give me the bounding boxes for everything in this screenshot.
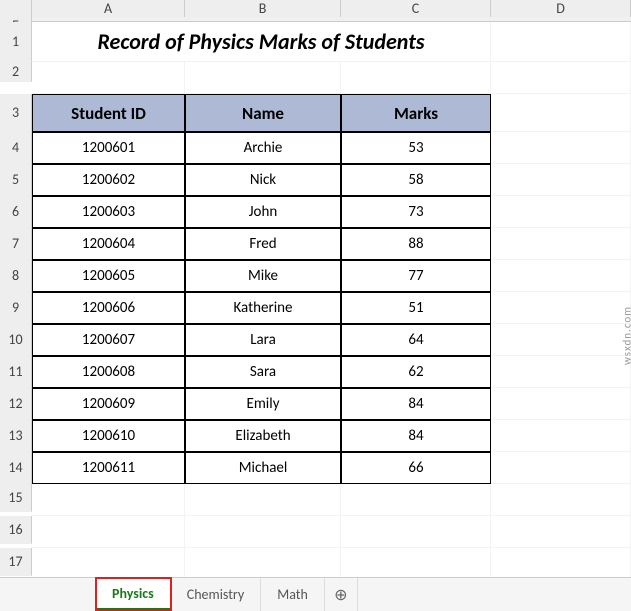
- cell[interactable]: [185, 516, 341, 548]
- table-header-marks[interactable]: Marks: [341, 94, 491, 132]
- col-header-D[interactable]: D: [491, 0, 631, 17]
- cell-name[interactable]: Michael: [185, 452, 341, 484]
- cell-name[interactable]: Fred: [185, 228, 341, 260]
- cell-marks[interactable]: 53: [341, 132, 491, 164]
- column-headers: A B C D E: [0, 0, 631, 22]
- row-header-1[interactable]: 1: [0, 22, 32, 62]
- spreadsheet-grid: 1 Record of Physics Marks of Students 2 …: [0, 22, 631, 580]
- row-header-13[interactable]: 13: [0, 420, 32, 452]
- row-header-5[interactable]: 5: [0, 164, 32, 196]
- cell-name[interactable]: Sara: [185, 356, 341, 388]
- cell[interactable]: [491, 228, 631, 260]
- cell-id[interactable]: 1200601: [32, 132, 185, 164]
- row-header-17[interactable]: 17: [0, 548, 32, 576]
- cell[interactable]: [185, 62, 341, 94]
- cell[interactable]: [491, 516, 631, 548]
- cell[interactable]: [32, 62, 185, 94]
- cell-marks[interactable]: 84: [341, 420, 491, 452]
- add-sheet-button[interactable]: ⊕: [325, 578, 358, 611]
- cell[interactable]: [185, 484, 341, 516]
- col-header-B[interactable]: B: [185, 0, 341, 17]
- row-header-15[interactable]: 15: [0, 484, 32, 512]
- cell[interactable]: [341, 62, 491, 94]
- cell-name[interactable]: Katherine: [185, 292, 341, 324]
- cell[interactable]: [491, 260, 631, 292]
- cell-id[interactable]: 1200603: [32, 196, 185, 228]
- cell[interactable]: [491, 62, 631, 94]
- sheet-tab-physics[interactable]: Physics: [96, 578, 171, 611]
- cell[interactable]: [491, 420, 631, 452]
- cell-name[interactable]: Mike: [185, 260, 341, 292]
- cell-id[interactable]: 1200605: [32, 260, 185, 292]
- row-header-12[interactable]: 12: [0, 388, 32, 420]
- cell[interactable]: [491, 132, 631, 164]
- cell-marks[interactable]: 64: [341, 324, 491, 356]
- cell[interactable]: [185, 548, 341, 580]
- table-header-name[interactable]: Name: [185, 94, 341, 132]
- table-header-id[interactable]: Student ID: [32, 94, 185, 132]
- row-header-10[interactable]: 10: [0, 324, 32, 356]
- row-header-6[interactable]: 6: [0, 196, 32, 228]
- cell-id[interactable]: 1200609: [32, 388, 185, 420]
- cell-marks[interactable]: 58: [341, 164, 491, 196]
- watermark: wsxdn.com: [621, 306, 631, 365]
- sheet-tab-chemistry[interactable]: Chemistry: [171, 578, 261, 611]
- cell[interactable]: [491, 164, 631, 196]
- cell-name[interactable]: John: [185, 196, 341, 228]
- cell-marks[interactable]: 73: [341, 196, 491, 228]
- cell-id[interactable]: 1200602: [32, 164, 185, 196]
- cell[interactable]: [32, 484, 185, 516]
- cell[interactable]: [491, 388, 631, 420]
- cell-marks[interactable]: 66: [341, 452, 491, 484]
- row-header-14[interactable]: 14: [0, 452, 32, 484]
- cell-marks[interactable]: 84: [341, 388, 491, 420]
- cell-marks[interactable]: 88: [341, 228, 491, 260]
- cell-name[interactable]: Archie: [185, 132, 341, 164]
- cell-name[interactable]: Nick: [185, 164, 341, 196]
- cell[interactable]: [491, 94, 631, 132]
- col-header-C[interactable]: C: [341, 0, 491, 17]
- cell[interactable]: [341, 548, 491, 580]
- row-header-4[interactable]: 4: [0, 132, 32, 164]
- page-title: Record of Physics Marks of Students: [32, 22, 491, 62]
- sheet-tab-math[interactable]: Math: [261, 578, 325, 611]
- plus-icon: ⊕: [334, 585, 347, 605]
- row-header-7[interactable]: 7: [0, 228, 32, 260]
- cell[interactable]: [491, 292, 631, 324]
- cell[interactable]: [32, 548, 185, 580]
- cell[interactable]: [491, 22, 631, 62]
- row-header-9[interactable]: 9: [0, 292, 32, 324]
- cell[interactable]: [491, 452, 631, 484]
- cell[interactable]: [341, 484, 491, 516]
- cell-name[interactable]: Emily: [185, 388, 341, 420]
- cell-id[interactable]: 1200610: [32, 420, 185, 452]
- cell-id[interactable]: 1200607: [32, 324, 185, 356]
- cell-name[interactable]: Lara: [185, 324, 341, 356]
- cell-id[interactable]: 1200608: [32, 356, 185, 388]
- cell-id[interactable]: 1200606: [32, 292, 185, 324]
- cell[interactable]: [491, 196, 631, 228]
- sheet-tab-bar: Physics Chemistry Math ⊕: [0, 577, 631, 611]
- row-header-16[interactable]: 16: [0, 516, 32, 544]
- row-header-2[interactable]: 2: [0, 62, 32, 82]
- cell[interactable]: [341, 516, 491, 548]
- select-all-corner[interactable]: [0, 0, 32, 17]
- cell-id[interactable]: 1200611: [32, 452, 185, 484]
- cell[interactable]: [491, 548, 631, 580]
- col-header-A[interactable]: A: [32, 0, 185, 17]
- cell[interactable]: [32, 516, 185, 548]
- row-header-11[interactable]: 11: [0, 356, 32, 388]
- cell-marks[interactable]: 51: [341, 292, 491, 324]
- cell[interactable]: [491, 484, 631, 516]
- cell-marks[interactable]: 77: [341, 260, 491, 292]
- cell-id[interactable]: 1200604: [32, 228, 185, 260]
- row-header-3[interactable]: 3: [0, 94, 32, 132]
- cell-marks[interactable]: 62: [341, 356, 491, 388]
- row-header-8[interactable]: 8: [0, 260, 32, 292]
- cell-name[interactable]: Elizabeth: [185, 420, 341, 452]
- cell[interactable]: [491, 356, 631, 388]
- cell[interactable]: [491, 324, 631, 356]
